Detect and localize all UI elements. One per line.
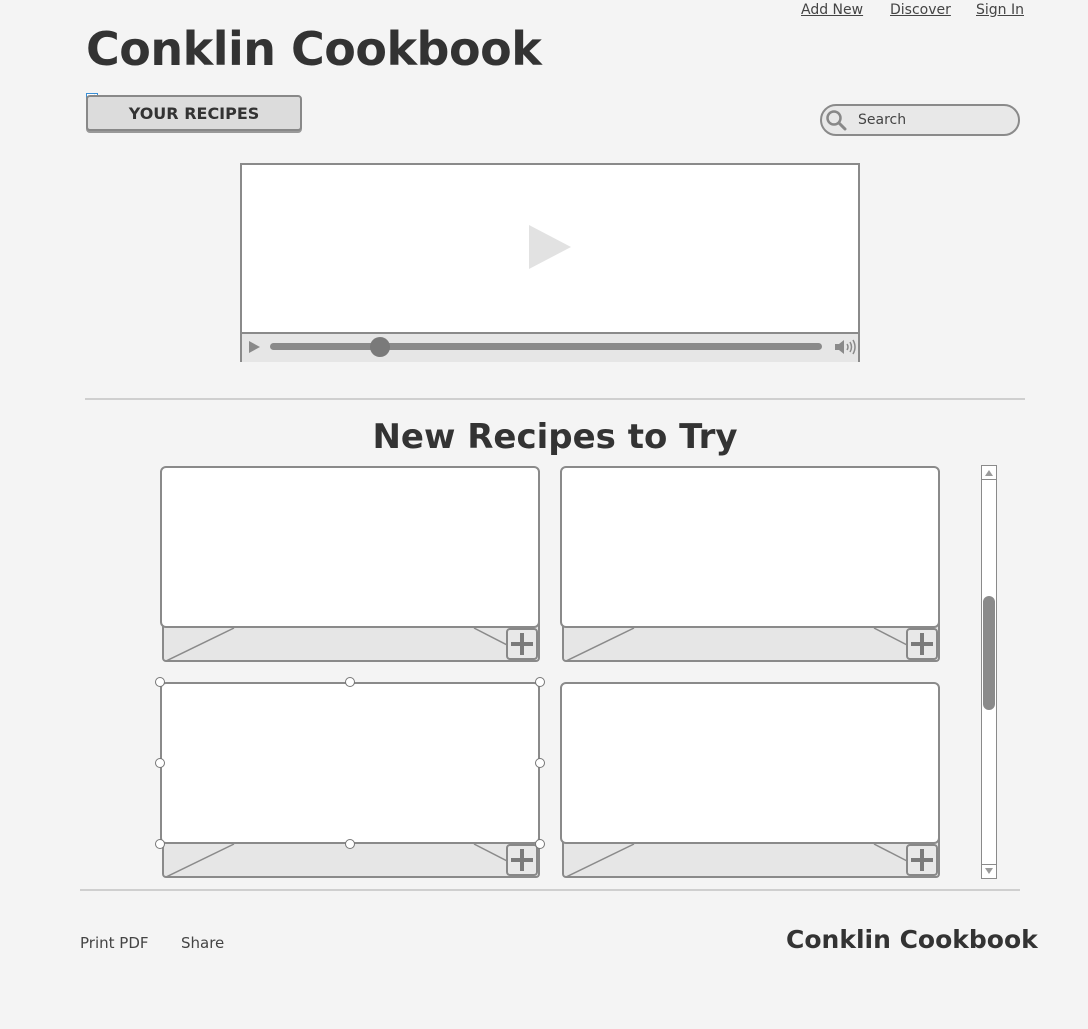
plus-icon bbox=[511, 633, 533, 655]
add-recipe-button[interactable] bbox=[506, 844, 538, 876]
resize-handle[interactable] bbox=[345, 677, 355, 687]
search-input[interactable] bbox=[858, 108, 1008, 132]
add-recipe-button[interactable] bbox=[906, 844, 938, 876]
recipe-card-selected[interactable] bbox=[155, 677, 545, 878]
recipe-card[interactable] bbox=[160, 466, 540, 662]
section-heading: New Recipes to Try bbox=[372, 417, 738, 457]
add-recipe-button[interactable] bbox=[906, 628, 938, 660]
resize-handle[interactable] bbox=[155, 839, 165, 849]
recipe-card-image bbox=[560, 682, 940, 844]
search-icon bbox=[826, 110, 847, 131]
volume-icon[interactable] bbox=[834, 338, 856, 356]
print-pdf-link[interactable]: Print PDF bbox=[80, 934, 149, 952]
scrollbar-thumb[interactable] bbox=[983, 596, 995, 710]
nav-discover-link[interactable]: Discover bbox=[890, 2, 951, 18]
plus-icon bbox=[911, 633, 933, 655]
footer-divider bbox=[80, 889, 1020, 891]
play-icon[interactable] bbox=[248, 340, 262, 354]
video-seek-track[interactable] bbox=[270, 343, 822, 350]
recipe-card[interactable] bbox=[560, 466, 940, 662]
footer-brand: Conklin Cookbook bbox=[786, 925, 1038, 954]
nav-add-new-link[interactable]: Add New bbox=[801, 2, 863, 18]
resize-handle[interactable] bbox=[535, 839, 545, 849]
plus-icon bbox=[511, 849, 533, 871]
divider bbox=[85, 398, 1025, 400]
resize-handle[interactable] bbox=[155, 758, 165, 768]
recipe-card-image bbox=[560, 466, 940, 628]
plus-icon bbox=[911, 849, 933, 871]
recipe-card-image bbox=[160, 682, 540, 844]
site-title: Conklin Cookbook bbox=[86, 22, 542, 76]
video-play-overlay-icon[interactable] bbox=[529, 225, 573, 271]
recipe-card-image bbox=[160, 466, 540, 628]
add-recipe-button[interactable] bbox=[506, 628, 538, 660]
scroll-up-icon[interactable] bbox=[982, 466, 996, 480]
resize-handle[interactable] bbox=[155, 677, 165, 687]
nav-sign-in-link[interactable]: Sign In bbox=[976, 2, 1024, 18]
share-link[interactable]: Share bbox=[181, 934, 224, 952]
recipe-card[interactable] bbox=[560, 682, 940, 878]
resize-handle[interactable] bbox=[345, 839, 355, 849]
vertical-scrollbar[interactable] bbox=[981, 465, 997, 879]
your-recipes-label: YOUR RECIPES bbox=[128, 103, 260, 123]
resize-handle[interactable] bbox=[535, 758, 545, 768]
resize-handle[interactable] bbox=[535, 677, 545, 687]
scroll-down-icon[interactable] bbox=[982, 864, 996, 878]
your-recipes-button[interactable]: YOUR RECIPES bbox=[86, 95, 302, 131]
